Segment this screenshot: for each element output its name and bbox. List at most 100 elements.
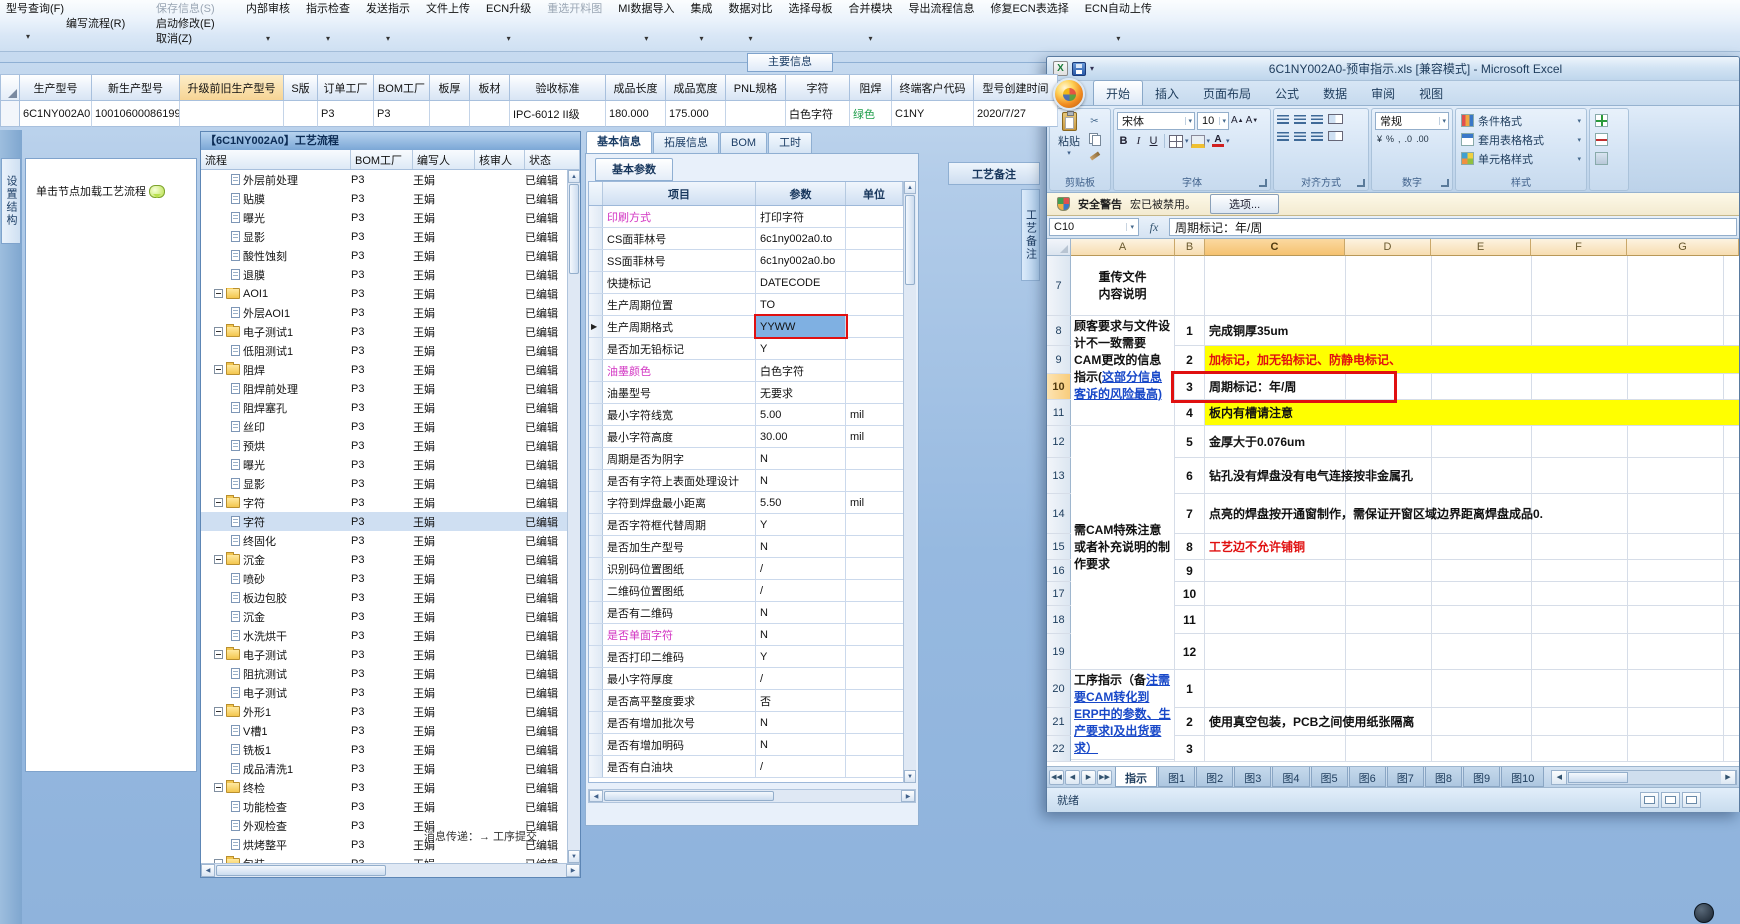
cell-col-c[interactable]: 使用真空包装，PCB之间使用纸张隔离: [1205, 708, 1739, 735]
cell-col-c[interactable]: [1205, 582, 1739, 605]
format-painter-icon[interactable]: [1087, 149, 1102, 162]
column-header[interactable]: 板厚: [430, 74, 470, 101]
param-row[interactable]: 油墨型号 无要求: [589, 382, 903, 404]
toolbar-cancel-button[interactable]: 取消(Z): [152, 32, 224, 47]
process-node-row[interactable]: 电子测试 P3 王娟 已编辑: [201, 645, 567, 664]
subtab-basic-params[interactable]: 基本参数: [595, 158, 673, 181]
row-header[interactable]: 11: [1047, 400, 1071, 425]
font-color-icon[interactable]: [1212, 135, 1225, 147]
dropdown-arrow-icon[interactable]: ▾: [1067, 149, 1071, 157]
process-node-row[interactable]: 电子测试 P3 王娟 已编辑: [201, 683, 567, 702]
cell-value[interactable]: 白色字符: [786, 101, 850, 127]
dock-tab-structure[interactable]: 设置结构: [1, 158, 21, 244]
param-row[interactable]: CS面菲林号 6c1ny002a0.to: [589, 228, 903, 250]
row-header[interactable]: 21: [1047, 708, 1071, 735]
process-node-row[interactable]: 外层AOI1 P3 王娟 已编辑: [201, 303, 567, 322]
toolbar-item[interactable]: 选择母板 ▾: [780, 2, 840, 48]
toolbar-item[interactable]: ECN自动上传 ▾: [1077, 2, 1160, 48]
scroll-left-button[interactable]: ◀: [589, 790, 603, 802]
sheet-tab[interactable]: 图10: [1501, 767, 1545, 787]
process-node-row[interactable]: 阻焊塞孔 P3 王娟 已编辑: [201, 398, 567, 417]
param-row[interactable]: 是否有二维码 N: [589, 602, 903, 624]
param-row[interactable]: 是否加无铅标记 Y: [589, 338, 903, 360]
cell-col-c[interactable]: [1205, 606, 1739, 633]
scroll-down-button[interactable]: ▼: [568, 850, 580, 863]
scroll-left-button[interactable]: ◀: [1552, 770, 1568, 784]
select-all-corner[interactable]: [1047, 239, 1071, 256]
scroll-left-button[interactable]: ◀: [201, 864, 215, 877]
cell-col-b[interactable]: [1175, 256, 1205, 315]
process-node-row[interactable]: 喷砂 P3 王娟 已编辑: [201, 569, 567, 588]
dropdown-arrow-icon[interactable]: ▾: [699, 34, 703, 43]
param-value-cell[interactable]: 5.00: [756, 404, 846, 425]
cell-col-b[interactable]: 9: [1175, 560, 1205, 581]
process-node-row[interactable]: V槽1 P3 王娟 已编辑: [201, 721, 567, 740]
collapse-icon[interactable]: [214, 365, 223, 374]
currency-format-icon[interactable]: ¥: [1377, 134, 1382, 144]
row-selector[interactable]: [589, 426, 603, 447]
param-value-cell[interactable]: 6c1ny002a0.bo: [756, 250, 846, 271]
row-header[interactable]: 19: [1047, 634, 1071, 669]
column-header[interactable]: 字符: [786, 74, 850, 101]
align-bottom-icon[interactable]: [1311, 114, 1323, 124]
sheet-tab[interactable]: 图3: [1234, 767, 1272, 787]
cell-value[interactable]: 6C1NY002A0: [20, 101, 92, 127]
scrollbar-track[interactable]: [1629, 771, 1721, 784]
row-header[interactable]: 10: [1047, 374, 1071, 399]
horizontal-scrollbar[interactable]: ◀ ▶: [201, 863, 580, 877]
scrollbar-thumb[interactable]: [569, 184, 579, 274]
column-header[interactable]: 新生产型号: [92, 74, 180, 101]
cell-col-b[interactable]: 11: [1175, 606, 1205, 633]
row-selector[interactable]: [589, 602, 603, 623]
param-value-cell[interactable]: N: [756, 712, 846, 733]
row-header[interactable]: 14: [1047, 494, 1071, 533]
collapse-icon[interactable]: [214, 289, 223, 298]
collapse-icon[interactable]: [214, 783, 223, 792]
column-header[interactable]: 型号创建时间: [974, 74, 1058, 101]
param-row[interactable]: SS面菲林号 6c1ny002a0.bo: [589, 250, 903, 272]
process-node-row[interactable]: 功能检查 P3 王娟 已编辑: [201, 797, 567, 816]
process-node-row[interactable]: 显影 P3 王娟 已编辑: [201, 227, 567, 246]
param-row[interactable]: 是否打印二维码 Y: [589, 646, 903, 668]
row-selector[interactable]: [589, 558, 603, 579]
toolbar-item[interactable]: 发送指示 ▾: [358, 2, 418, 48]
row-selector[interactable]: [589, 756, 603, 777]
process-node-row[interactable]: 曝光 P3 王娟 已编辑: [201, 455, 567, 474]
toolbar-item[interactable]: 导出流程信息 ▾: [900, 2, 982, 48]
sheet-tab[interactable]: 图6: [1348, 767, 1386, 787]
toolbar-item[interactable]: 修复ECN表选择 ▾: [982, 2, 1076, 48]
formula-input[interactable]: 周期标记：年/周: [1169, 218, 1737, 236]
toolbar-start-edit-button[interactable]: 启动修改(E): [152, 17, 224, 32]
cell-value[interactable]: [284, 101, 318, 127]
param-row[interactable]: 是否有增加批次号 N: [589, 712, 903, 734]
scroll-down-button[interactable]: ▼: [904, 770, 916, 783]
merged-cell-a20[interactable]: 工序指示（备注需要CAM转化到ERP中的参数、生产要求I及出货要求）: [1071, 670, 1175, 760]
toolbar-write-flow-button[interactable]: 编写流程(R): [62, 17, 152, 32]
column-header[interactable]: 成品宽度: [666, 74, 726, 101]
cell-col-c[interactable]: [1205, 256, 1739, 315]
row-selector[interactable]: [589, 624, 603, 645]
cell-col-c[interactable]: [1205, 634, 1739, 669]
column-header[interactable]: 终端客户代码: [892, 74, 974, 101]
process-node-row[interactable]: 低阻测试1 P3 王娟 已编辑: [201, 341, 567, 360]
cell-col-c[interactable]: 钻孔没有焊盘没有电气连接按非金属孔: [1205, 458, 1739, 493]
increase-decimal-icon[interactable]: .0: [1405, 134, 1413, 144]
cell-col-b[interactable]: 8: [1175, 534, 1205, 559]
column-header[interactable]: G: [1627, 239, 1739, 256]
ribbon-tab[interactable]: 数据: [1311, 81, 1359, 105]
tree-column-header[interactable]: 流程: [201, 150, 351, 169]
param-row[interactable]: 识别码位置图纸 /: [589, 558, 903, 580]
param-row[interactable]: 最小字符高度 30.00 mil: [589, 426, 903, 448]
align-right-icon[interactable]: [1311, 131, 1323, 141]
detail-tab[interactable]: BOM: [720, 132, 768, 153]
param-row[interactable]: 周期是否为阴字 N: [589, 448, 903, 470]
param-value-cell[interactable]: N: [756, 536, 846, 557]
row-selector[interactable]: [589, 206, 603, 227]
collapse-icon[interactable]: [214, 650, 223, 659]
dropdown-arrow-icon[interactable]: ▾: [1207, 137, 1211, 145]
param-value-cell[interactable]: N: [756, 470, 846, 491]
name-box[interactable]: C10 ▾: [1049, 218, 1139, 236]
param-value-cell[interactable]: 白色字符: [756, 360, 846, 381]
process-node-row[interactable]: 显影 P3 王娟 已编辑: [201, 474, 567, 493]
tree-column-header[interactable]: 核审人: [475, 150, 525, 169]
